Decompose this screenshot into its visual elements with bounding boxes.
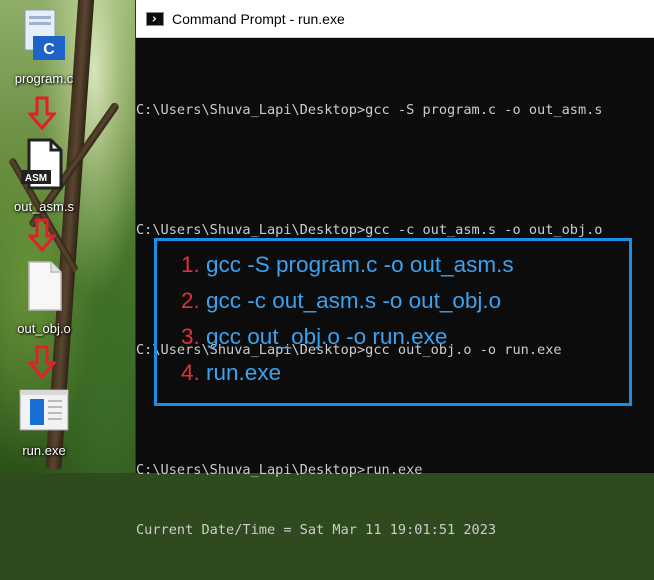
window-title: Command Prompt - run.exe bbox=[172, 10, 345, 27]
step-number: 4. bbox=[181, 360, 200, 385]
console-line: C:\Users\Shuva_Lapi\Desktop>gcc -S progr… bbox=[136, 102, 603, 118]
summary-step: 2. gcc -c out_asm.s -o out_obj.o bbox=[181, 283, 514, 319]
exe-file-icon bbox=[19, 389, 69, 431]
step-number: 3. bbox=[181, 324, 200, 349]
summary-step: 1. gcc -S program.c -o out_asm.s bbox=[181, 247, 514, 283]
step-command: gcc out_obj.o -o run.exe bbox=[206, 324, 448, 349]
console-line: C:\Users\Shuva_Lapi\Desktop>gcc -c out_a… bbox=[136, 222, 603, 238]
c-file-icon: C bbox=[24, 9, 65, 60]
icon-label: run.exe bbox=[22, 443, 66, 458]
desktop-icon-run-exe[interactable]: run.exe bbox=[0, 386, 92, 458]
command-summary-box: 1. gcc -S program.c -o out_asm.s 2. gcc … bbox=[154, 238, 632, 406]
arrow-down-icon bbox=[28, 345, 56, 379]
step-number: 1. bbox=[181, 252, 200, 277]
step-command: run.exe bbox=[206, 360, 282, 385]
blank-file-icon bbox=[28, 261, 62, 311]
command-summary-list: 1. gcc -S program.c -o out_asm.s 2. gcc … bbox=[181, 247, 514, 391]
desktop-icon-out-obj[interactable]: out_obj.o bbox=[0, 260, 92, 336]
console-line: Current Date/Time = Sat Mar 11 19:01:51 … bbox=[136, 522, 497, 538]
console-line: C:\Users\Shuva_Lapi\Desktop>run.exe bbox=[136, 462, 423, 478]
desktop-wallpaper: C program.c ASM out_asm.s out_obj.o run.… bbox=[0, 0, 135, 473]
desktop-icon-program-c[interactable]: C program.c bbox=[0, 8, 92, 86]
icon-label: program.c bbox=[14, 71, 74, 86]
window-titlebar[interactable]: Command Prompt - run.exe bbox=[136, 0, 654, 38]
command-prompt-icon bbox=[146, 11, 164, 26]
arrow-down-icon bbox=[28, 218, 56, 252]
step-command: gcc -c out_asm.s -o out_obj.o bbox=[206, 288, 502, 313]
command-prompt-window[interactable]: Command Prompt - run.exe C:\Users\Shuva_… bbox=[135, 0, 654, 538]
icon-label: out_obj.o bbox=[17, 321, 71, 336]
asm-file-icon: ASM bbox=[21, 138, 63, 190]
desktop-icon-out-asm[interactable]: ASM out_asm.s bbox=[0, 138, 92, 214]
summary-step: 3. gcc out_obj.o -o run.exe bbox=[181, 319, 514, 355]
icon-label: out_asm.s bbox=[14, 199, 74, 214]
asm-file-glyph: ASM bbox=[25, 173, 47, 184]
c-file-glyph: C bbox=[43, 41, 55, 58]
arrow-down-icon bbox=[28, 96, 56, 130]
summary-step: 4. run.exe bbox=[181, 355, 514, 391]
step-command: gcc -S program.c -o out_asm.s bbox=[206, 252, 514, 277]
step-number: 2. bbox=[181, 288, 200, 313]
